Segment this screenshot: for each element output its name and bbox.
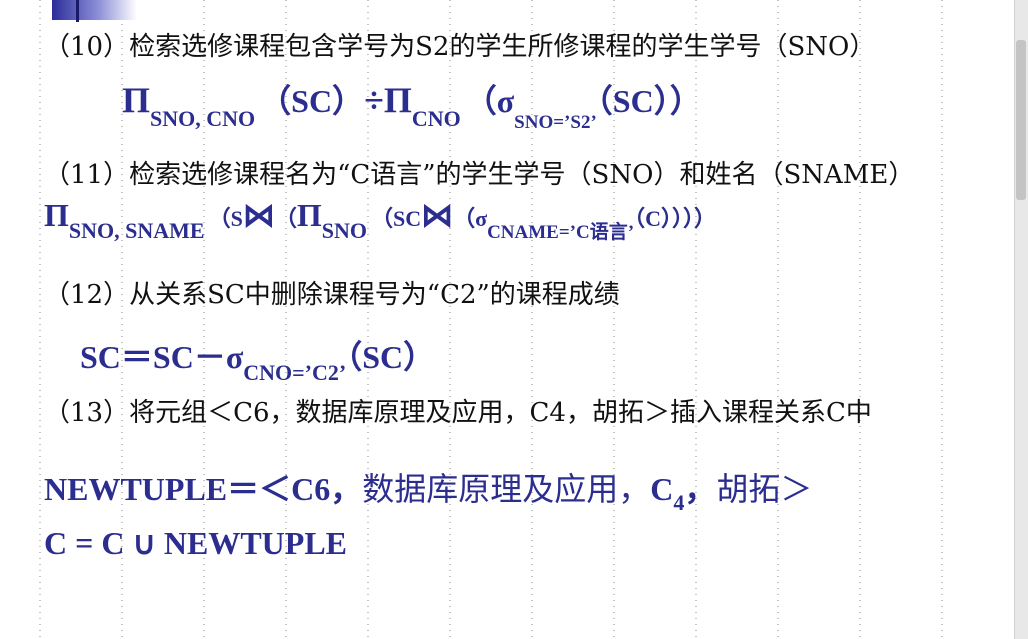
join-symbol: ⋈: [242, 197, 275, 233]
relation: （S: [208, 206, 243, 231]
subscript: SNO, CNO: [150, 106, 256, 131]
subscript: SNO: [321, 218, 367, 243]
subscript: 4: [673, 490, 685, 515]
subscript: CNO=’C2’: [243, 360, 347, 385]
question-10: （10）检索选修课程包含学号为S2的学生所修课程的学生学号（SNO）: [44, 32, 876, 62]
subscript: CNAME=’C语言’: [487, 222, 635, 243]
pi-symbol: Π: [383, 80, 412, 120]
relation: （C））））: [634, 206, 716, 231]
formula-10: ΠSNO, CNO （SC）÷ΠCNO （σSNO=’S2’（SC））: [122, 76, 702, 134]
formula-13-union: C = C ∪ NEWTUPLE: [44, 525, 348, 561]
question-12: （12）从关系SC中删除课程号为“C2”的课程成绩: [44, 280, 620, 310]
subscript: SNO, SNAME: [68, 218, 205, 243]
corner-decoration: [52, 0, 137, 22]
relation: （SC: [370, 206, 422, 231]
pi-symbol: Π: [44, 197, 69, 233]
question-13: （13）将元组＜C6，数据库原理及应用，C4，胡拓＞插入课程关系C中: [44, 398, 872, 428]
subscript: CNO: [411, 106, 461, 131]
divide-symbol: ÷: [364, 80, 384, 120]
pi-symbol: Π: [122, 80, 151, 120]
expression: NEWTUPLE＝＜C6，: [44, 471, 363, 507]
formula-13-tuple: NEWTUPLE＝＜C6，数据库原理及应用，C4，胡拓＞: [44, 464, 812, 516]
pi-symbol: Π: [296, 197, 322, 233]
subscript: SNO=’S2’: [514, 112, 597, 133]
sigma-symbol: （σ: [464, 83, 515, 119]
relation: （SC）: [259, 83, 365, 119]
join-symbol: ⋈: [421, 197, 454, 233]
slide: （10）检索选修课程包含学号为S2的学生所修课程的学生学号（SNO） ΠSNO,…: [0, 0, 1014, 639]
sigma-symbol: （σ: [453, 206, 488, 231]
formula-11: ΠSNO, SNAME （S⋈（ΠSNO （SC⋈（σCNAME=’C语言’（C…: [44, 196, 716, 244]
paren: （: [274, 206, 297, 231]
relation: （SC））: [596, 83, 702, 119]
question-11: （11）检索选修课程名为“C语言”的学生学号（SNO）和姓名（SNAME）: [44, 160, 915, 190]
scrollbar-thumb[interactable]: [1016, 40, 1026, 200]
formula-12: SC＝SC－σCNO=’C2’（SC）: [80, 332, 435, 386]
comma: ，: [684, 471, 717, 507]
expression-cn: 胡拓＞: [716, 470, 813, 508]
expression: SC＝SC－σ: [80, 339, 244, 375]
relation: （SC）: [346, 339, 436, 375]
expression-cn: 数据库原理及应用，: [362, 470, 651, 508]
expression: C: [650, 471, 674, 507]
